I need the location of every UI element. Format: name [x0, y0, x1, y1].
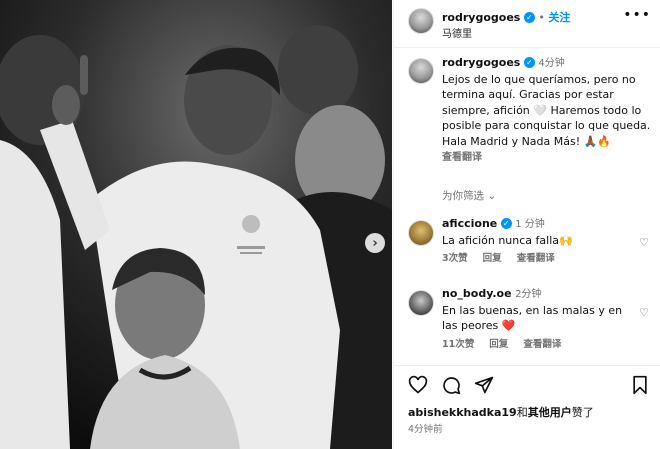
caption-body: rodrygogoes ✓ 4分钟 Lejos de lo que quería…: [442, 55, 656, 166]
comment-like-heart-icon[interactable]: ♡: [639, 306, 649, 319]
reply-button[interactable]: 回复: [483, 253, 502, 264]
verified-badge-icon: ✓: [500, 218, 512, 229]
caption-text: Lejos de lo que queríamos, pero no termi…: [442, 72, 651, 148]
reply-button[interactable]: 回复: [489, 339, 508, 350]
likes-summary: abishekkhadka19和其他用户赞了: [408, 404, 594, 420]
post-image[interactable]: ›: [0, 0, 392, 449]
commenter-username[interactable]: aficcione: [442, 217, 497, 230]
post-actions: abishekkhadka19和其他用户赞了 4分钟前: [394, 365, 660, 449]
chevron-right-icon: ›: [372, 235, 378, 251]
comment-icon[interactable]: [441, 375, 461, 395]
likes-connector: 和: [516, 406, 528, 419]
caption-username[interactable]: rodrygogoes: [442, 56, 520, 69]
share-icon[interactable]: [474, 375, 494, 395]
likes-suffix: 赞了: [571, 406, 594, 419]
commenter-username[interactable]: no_body.oe: [442, 287, 512, 300]
post-location[interactable]: 马德里: [442, 25, 472, 40]
author-line: rodrygogoes ✓ • 关注: [442, 9, 570, 25]
caption-time: 4分钟: [538, 58, 565, 69]
post-photo-illustration: [0, 0, 392, 449]
liker-username[interactable]: abishekkhadka19: [408, 406, 517, 419]
separator-dot: •: [538, 11, 545, 24]
comment-time: 1 分钟: [515, 219, 545, 230]
comment-filter-label: 为你筛选: [442, 190, 484, 202]
comment-text: La afición nunca falla🙌: [442, 233, 573, 247]
verified-badge-icon: ✓: [523, 12, 535, 23]
post-details-panel: rodrygogoes ✓ • 关注 马德里 ••• rodrygogoes ✓…: [393, 0, 660, 449]
comment-body: no_body.oe 2分钟 En las buenas, en las mal…: [442, 286, 632, 352]
more-options-icon[interactable]: •••: [623, 7, 651, 23]
verified-badge-icon: ✓: [523, 57, 535, 68]
caption-translate-link[interactable]: 查看翻译: [442, 150, 656, 166]
author-username[interactable]: rodrygogoes: [442, 11, 520, 24]
comment-body: aficcione ✓ 1 分钟 La afición nunca falla🙌…: [442, 216, 632, 267]
post-header: rodrygogoes ✓ • 关注 马德里 •••: [394, 0, 660, 48]
heart-icon[interactable]: [408, 375, 428, 395]
comment-text: En las buenas, en las malas y en las peo…: [442, 303, 623, 333]
comment-filter-dropdown[interactable]: 为你筛选 ⌄: [442, 188, 496, 203]
caption-author-avatar[interactable]: [408, 58, 434, 84]
author-avatar[interactable]: [408, 8, 434, 34]
comment-like-heart-icon[interactable]: ♡: [639, 236, 649, 249]
comment-meta: 3次赞 回复 查看翻译: [442, 251, 632, 267]
commenter-avatar[interactable]: [408, 290, 434, 316]
comment-likes[interactable]: 11次赞: [442, 339, 474, 350]
comment-likes[interactable]: 3次赞: [442, 253, 468, 264]
next-image-button[interactable]: ›: [365, 233, 385, 253]
other-likers-link[interactable]: 其他用户: [528, 406, 572, 419]
post-timestamp: 4分钟前: [408, 424, 443, 435]
chevron-down-icon: ⌄: [487, 190, 497, 202]
comment-translate-link[interactable]: 查看翻译: [523, 339, 561, 350]
comment-time: 2分钟: [515, 289, 542, 300]
follow-button[interactable]: 关注: [548, 11, 570, 24]
comment-translate-link[interactable]: 查看翻译: [517, 253, 555, 264]
commenter-avatar[interactable]: [408, 220, 434, 246]
comment-meta: 11次赞 回复 查看翻译: [442, 337, 632, 353]
bookmark-icon[interactable]: [630, 375, 650, 395]
